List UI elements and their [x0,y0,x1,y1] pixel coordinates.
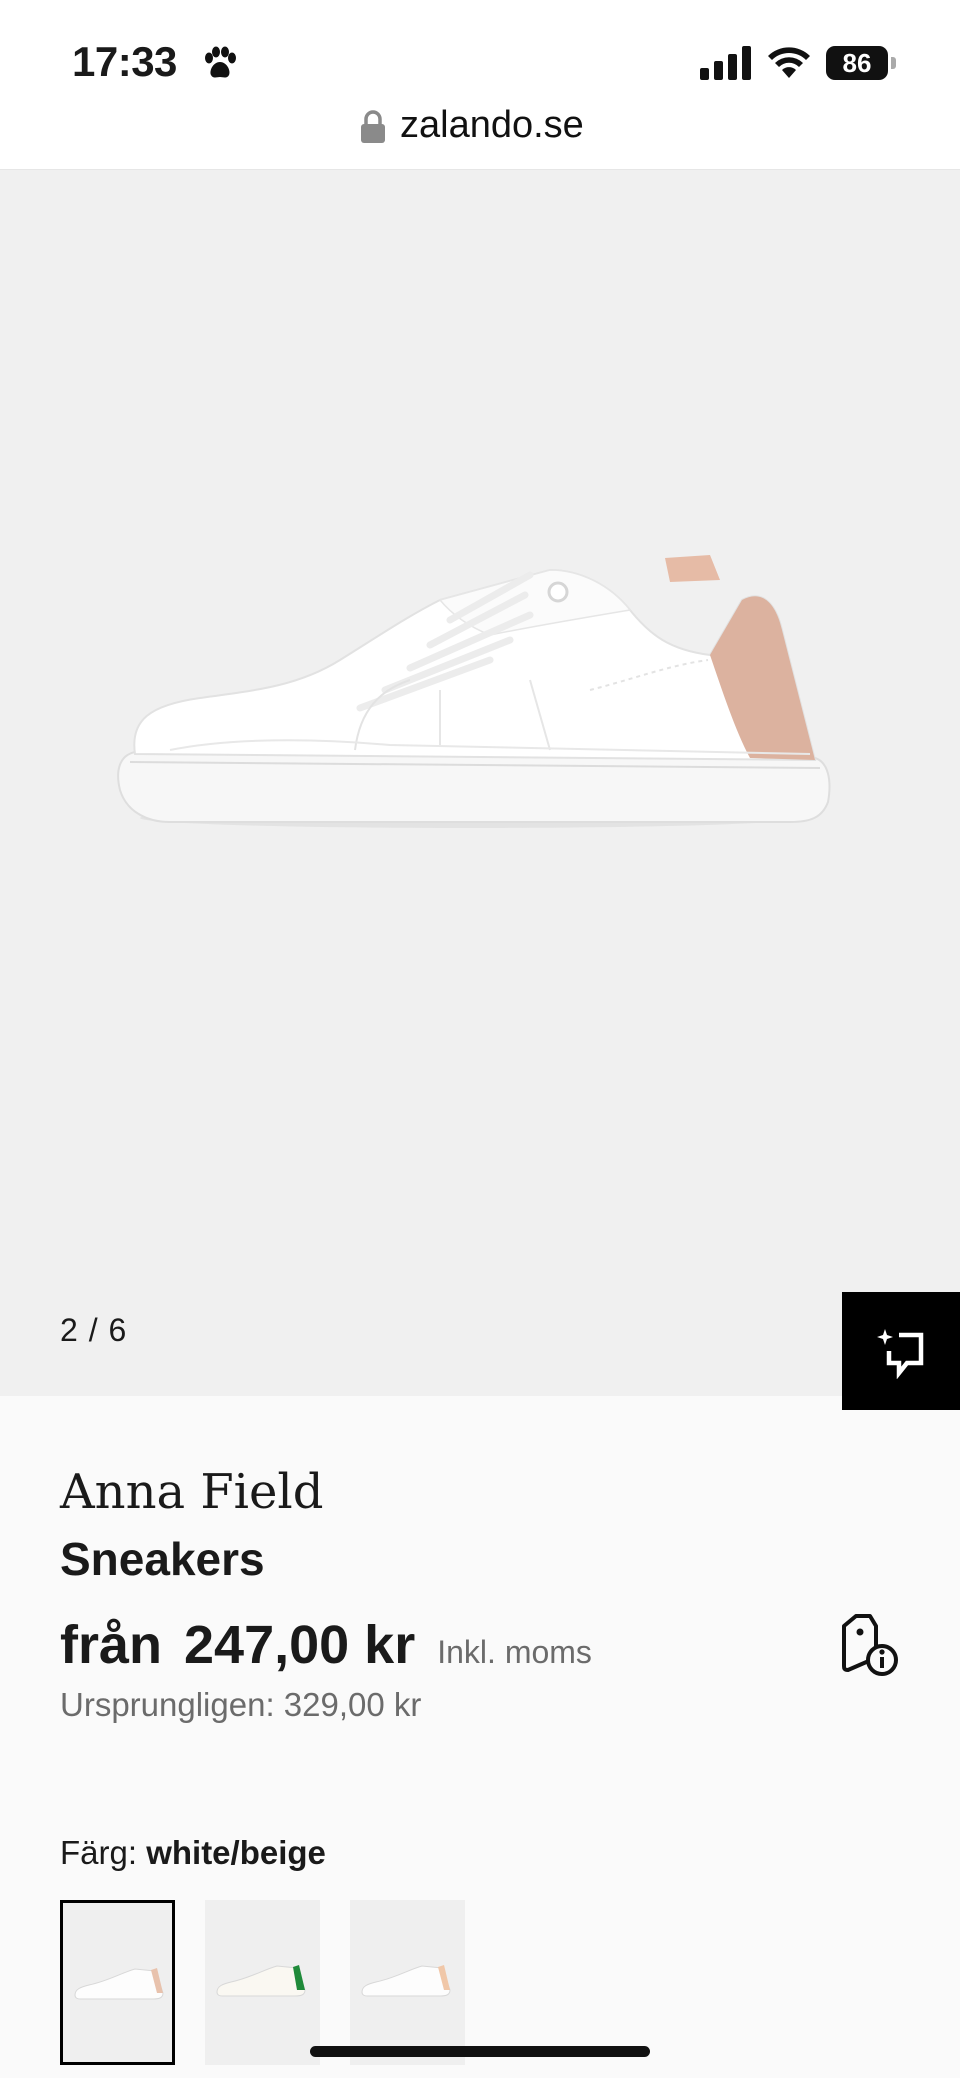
product-brand[interactable]: Anna Field [60,1464,324,1520]
home-indicator[interactable] [310,2046,650,2057]
cellular-signal-icon [700,46,751,80]
price-row: från 247,00 kr Inkl. moms [60,1614,592,1676]
status-time: 17:33 [72,38,177,85]
swatch-shoe-thumbnail [74,1968,164,2000]
status-bar: 17:33 86 [0,0,960,100]
battery-level: 86 [826,46,888,80]
sparkle-chat-icon [877,1329,924,1379]
color-swatch-white-beige[interactable] [60,1900,175,2065]
current-price: 247,00 kr [184,1615,416,1675]
battery-indicator: 86 [826,46,896,80]
color-swatch-white-peach[interactable] [350,1900,465,2065]
price-prefix: från [60,1615,163,1675]
product-image-gallery[interactable]: 2 / 6 [0,170,960,1410]
address-bar[interactable]: zalando.se [0,100,960,170]
color-swatch-white-green[interactable] [205,1900,320,2065]
vat-note: Inkl. moms [437,1634,592,1670]
wifi-icon [768,47,810,78]
sneaker-product-image [117,555,831,828]
swatch-shoe-thumbnail [361,1965,451,1997]
image-page-indicator: 2 / 6 [60,1312,128,1348]
color-label: Färg: white/beige [60,1834,326,1872]
paw-icon [205,46,236,78]
color-swatches [60,1900,465,2065]
color-label-prefix: Färg: [60,1834,138,1871]
battery-tip [891,57,896,69]
url-text[interactable]: zalando.se [400,104,584,147]
original-price: Ursprungligen: 329,00 kr [60,1686,422,1723]
lock-icon [361,110,385,143]
product-name: Sneakers [60,1533,265,1585]
price-tag-info-icon[interactable] [840,1612,900,1676]
ai-assistant-button[interactable] [842,1292,960,1410]
color-value: white/beige [146,1834,326,1871]
swatch-shoe-thumbnail [216,1965,306,1997]
